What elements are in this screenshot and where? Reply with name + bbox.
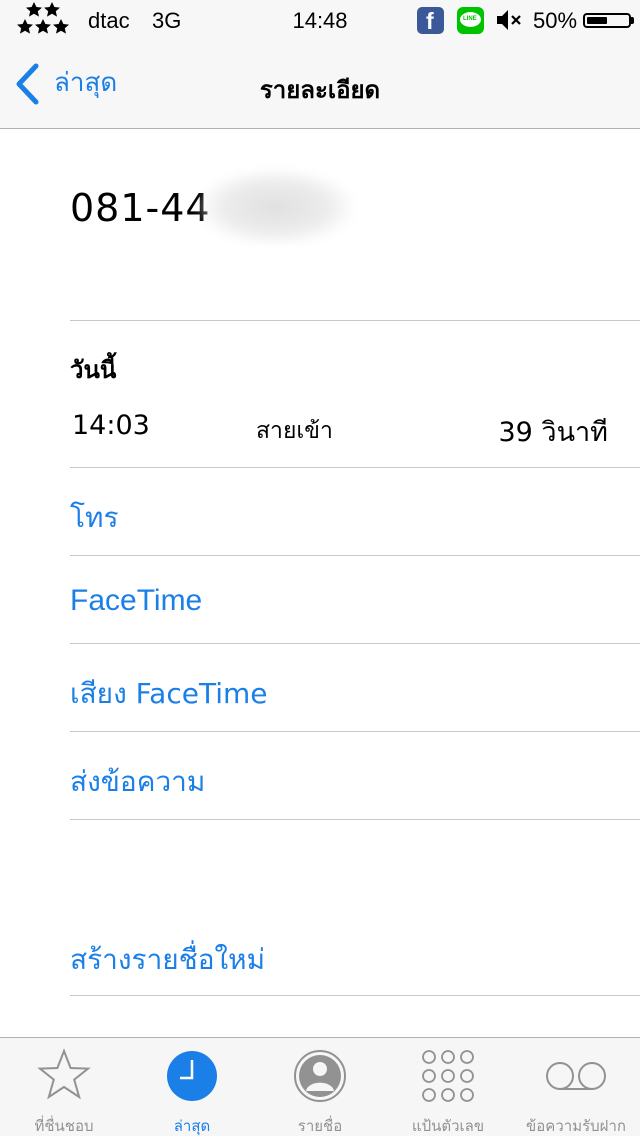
divider bbox=[70, 731, 640, 732]
tab-label: แป้นตัวเลข bbox=[411, 1117, 485, 1135]
divider bbox=[70, 320, 640, 321]
tab-label: ข้อความรับฝาก bbox=[526, 1117, 626, 1135]
create-new-contact-button[interactable]: สร้างรายชื่อใหม่ bbox=[70, 938, 265, 982]
divider bbox=[70, 819, 640, 820]
facetime-audio-button[interactable]: เสียง FaceTime bbox=[70, 672, 267, 716]
call-button[interactable]: โทร bbox=[70, 496, 119, 540]
navigation-bar: ล่าสุด รายละเอียด bbox=[0, 40, 640, 129]
phone-number[interactable]: 081-44 bbox=[70, 186, 211, 230]
tab-label: ล่าสุด bbox=[173, 1117, 211, 1135]
divider bbox=[70, 995, 640, 996]
call-time: 14:03 bbox=[72, 410, 150, 441]
tab-keypad[interactable]: แป้นตัวเลข bbox=[384, 1038, 512, 1136]
call-type: สายเข้า bbox=[256, 418, 333, 444]
tab-contacts[interactable]: รายชื่อ bbox=[256, 1038, 384, 1136]
redacted-number-blur bbox=[196, 168, 356, 246]
facebook-icon: f bbox=[417, 7, 444, 34]
page-title: รายละเอียด bbox=[259, 76, 381, 104]
clock-icon bbox=[167, 1051, 217, 1101]
contact-icon bbox=[294, 1050, 346, 1102]
line-icon: LINE bbox=[457, 7, 484, 34]
status-bar: dtac 3G 14:48 f LINE 50% bbox=[0, 0, 640, 40]
battery-level-fill bbox=[587, 17, 607, 24]
tab-bar: ที่ชื่นชอบ ล่าสุด รายชื่อ แป้นตัวเลข ข้อ… bbox=[0, 1037, 640, 1136]
keypad-icon bbox=[422, 1050, 474, 1102]
tab-voicemail[interactable]: ข้อความรับฝาก bbox=[512, 1038, 640, 1136]
tab-recents[interactable]: ล่าสุด bbox=[128, 1038, 256, 1136]
call-duration: 39 วินาที bbox=[498, 417, 608, 448]
star-icon bbox=[37, 1048, 91, 1100]
voicemail-icon bbox=[546, 1062, 606, 1090]
divider bbox=[70, 467, 640, 468]
divider bbox=[70, 643, 640, 644]
tab-label: รายชื่อ bbox=[297, 1117, 343, 1135]
battery-icon bbox=[583, 13, 631, 28]
call-log-section-title: วันนี้ bbox=[70, 356, 117, 384]
battery-nub bbox=[631, 17, 634, 24]
facetime-button[interactable]: FaceTime bbox=[70, 584, 202, 618]
tab-favorites[interactable]: ที่ชื่นชอบ bbox=[0, 1038, 128, 1136]
battery-percent: 50% bbox=[533, 8, 578, 33]
tab-label: ที่ชื่นชอบ bbox=[34, 1117, 94, 1135]
mute-icon bbox=[497, 10, 521, 30]
send-message-button[interactable]: ส่งข้อความ bbox=[70, 760, 205, 804]
divider bbox=[70, 555, 640, 556]
